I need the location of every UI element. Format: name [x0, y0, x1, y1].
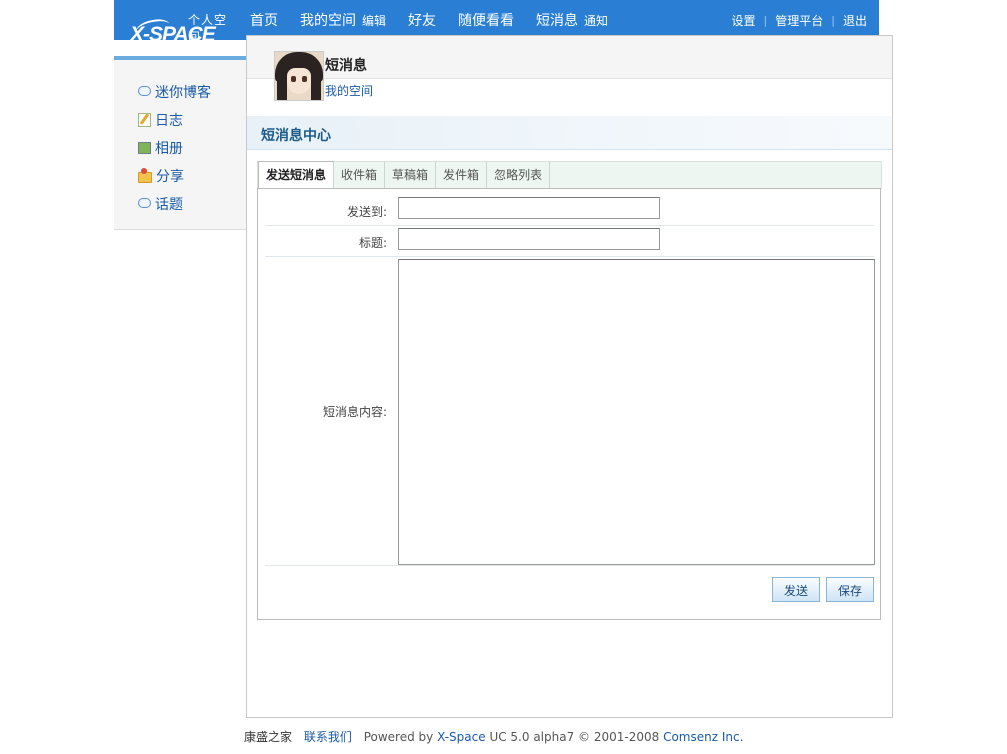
settings-link[interactable]: 设置	[732, 12, 756, 29]
tab-ignore-list[interactable]: 忽略列表	[487, 162, 551, 188]
message-tabs: 发送短消息 收件箱 草稿箱 发件箱 忽略列表	[257, 161, 882, 189]
content-label: 短消息内容:	[322, 405, 387, 419]
save-button[interactable]: 保存	[826, 577, 874, 602]
logo-en-text: X-SPACE	[130, 23, 216, 46]
sidebar-item-album[interactable]: 相册	[138, 134, 246, 162]
footer-powered-by: Powered by	[363, 730, 434, 744]
recipient-input[interactable]	[398, 197, 660, 219]
my-space-link[interactable]: 我的空间	[325, 82, 373, 99]
avatar[interactable]	[274, 51, 324, 101]
photo-icon	[138, 142, 151, 154]
avatar-eye-left	[291, 76, 296, 82]
sidebar-item-label: 相册	[155, 141, 183, 157]
profile-header: 短消息	[247, 36, 892, 101]
user-menu: 设置 | 管理平台 | 退出	[732, 12, 867, 29]
menu-separator: |	[831, 14, 835, 27]
form-row-content: 短消息内容:	[265, 257, 875, 566]
avatar-hair-right	[311, 68, 321, 100]
subject-input[interactable]	[398, 228, 660, 250]
avatar-hair-left	[277, 68, 287, 100]
admin-link[interactable]: 管理平台	[775, 12, 823, 29]
main-panel: 短消息 我的空间 短消息中心 发送短消息 收件箱 草稿箱 发件箱 忽略列表 发送…	[246, 35, 893, 718]
main-nav: 首页 我的空间 编辑 好友 随便看看 短消息 通知	[250, 10, 630, 30]
nav-notices[interactable]: 通知	[584, 12, 608, 29]
sidebar: 迷你博客 日志 相册 分享 话题	[114, 56, 246, 230]
nav-home[interactable]: 首页	[250, 10, 278, 30]
xspace-logo[interactable]: 个人空间 X-SPACE	[128, 6, 228, 46]
tab-outbox[interactable]: 发件箱	[436, 162, 488, 188]
sidebar-item-blog[interactable]: 日志	[138, 106, 246, 134]
sidebar-item-share[interactable]: 分享	[138, 162, 246, 190]
footer-site-name: 康盛之家	[244, 730, 293, 744]
nav-my-space[interactable]: 我的空间	[300, 10, 356, 30]
comsenz-link[interactable]: Comsenz Inc.	[663, 730, 743, 744]
section-header: 短消息中心	[247, 116, 892, 150]
sidebar-item-mini-blog[interactable]: 迷你博客	[138, 78, 246, 106]
message-content-textarea[interactable]	[398, 259, 875, 565]
send-message-form: 发送到: 标题: 短消息内容: 发送 保存	[257, 188, 881, 620]
menu-separator: |	[763, 14, 768, 27]
logout-link[interactable]: 退出	[843, 12, 867, 29]
folder-share-icon	[138, 168, 152, 183]
tab-send-message[interactable]: 发送短消息	[258, 161, 335, 189]
footer-version: UC 5.0 alpha7 © 2001-2008	[489, 730, 660, 744]
form-row-to: 发送到:	[265, 189, 874, 226]
sidebar-item-topics[interactable]: 话题	[138, 190, 246, 218]
nav-browse[interactable]: 随便看看	[458, 10, 514, 30]
nav-messages[interactable]: 短消息	[536, 10, 578, 30]
nav-friends[interactable]: 好友	[408, 10, 436, 30]
footer: 康盛之家 联系我们 Powered by X-Space UC 5.0 alph…	[244, 728, 743, 745]
page-title: 短消息	[325, 58, 367, 74]
sidebar-item-label: 日志	[155, 113, 183, 129]
nav-edit[interactable]: 编辑	[362, 12, 386, 29]
tab-drafts[interactable]: 草稿箱	[385, 162, 437, 188]
sidebar-accent	[114, 56, 246, 60]
subject-label: 标题:	[358, 236, 387, 250]
to-label: 发送到:	[346, 205, 387, 219]
contact-link[interactable]: 联系我们	[304, 730, 352, 744]
notepad-icon	[138, 113, 151, 127]
send-button[interactable]: 发送	[772, 577, 820, 602]
avatar-eye-right	[302, 76, 307, 82]
sidebar-item-label: 话题	[155, 197, 183, 213]
form-row-subject: 标题:	[265, 226, 874, 257]
xspace-product-link[interactable]: X-Space	[437, 730, 486, 744]
sidebar-item-label: 迷你博客	[155, 85, 211, 101]
top-navigation-bar: 个人空间 X-SPACE 首页 我的空间 编辑 好友 随便看看 短消息 通知 设…	[114, 0, 879, 46]
section-title: 短消息中心	[261, 128, 331, 144]
tab-inbox[interactable]: 收件箱	[334, 162, 386, 188]
speech-bubble-icon	[138, 86, 151, 96]
form-actions: 发送 保存	[258, 577, 880, 607]
speech-bubble-icon	[138, 198, 151, 208]
sidebar-item-label: 分享	[156, 169, 184, 185]
